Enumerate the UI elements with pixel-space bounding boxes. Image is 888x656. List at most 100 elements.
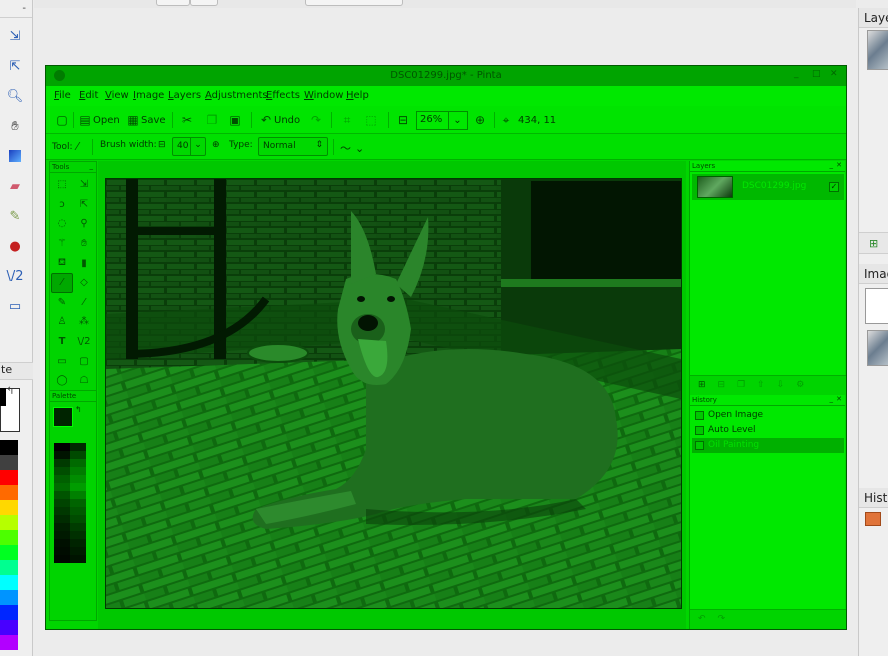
rectangle-icon[interactable]: ▭ [51, 351, 73, 371]
pencil-icon[interactable]: ✎ [3, 204, 27, 228]
minimize-icon[interactable]: _ [794, 69, 799, 79]
rounded-rectangle-icon[interactable]: ▢ [73, 351, 95, 371]
zoom-in-button[interactable]: ⊕ [472, 111, 488, 129]
host-color-swatches[interactable] [0, 440, 18, 650]
layer-visibility-checkbox[interactable]: ✓ [829, 182, 839, 192]
move-selected-icon[interactable]: ⇲ [73, 175, 95, 195]
lasso-select-icon[interactable]: ↄ [51, 195, 73, 215]
image-canvas[interactable] [105, 178, 682, 609]
host-right-dock: Laye ⊞ Imag Histo [858, 8, 888, 656]
menu-layers[interactable]: Layers [168, 90, 201, 101]
zoom-out-button[interactable]: ⊟ [395, 111, 411, 129]
type-select[interactable]: Normal ⇕ [258, 137, 328, 156]
move-selection-icon[interactable]: ⇱ [73, 195, 95, 215]
host-images-header: Imag [859, 264, 888, 284]
copy-button[interactable]: ❐ [204, 111, 220, 129]
history-item[interactable]: Auto Level [692, 423, 844, 438]
ellipse-select-icon[interactable]: ◌ [51, 214, 73, 234]
panel-close-icon[interactable]: ✕ [836, 161, 842, 169]
move-selection-icon[interactable]: ⇱ [3, 54, 27, 78]
pan-icon[interactable]: ✋︎ [3, 114, 27, 138]
add-layer-icon[interactable]: ⊞ [698, 380, 706, 395]
undo-button[interactable]: ↶ Undo [258, 111, 300, 129]
menu-file[interactable]: File [54, 90, 71, 101]
layer-properties-icon[interactable]: ⚙ [796, 380, 804, 395]
paint-bucket-icon[interactable]: ⛾ [51, 253, 73, 273]
panel-close-icon[interactable]: ✕ [836, 395, 842, 403]
redo-icon[interactable]: ↷ [718, 614, 726, 629]
paste-button[interactable]: ▣ [227, 111, 243, 129]
line-curve-icon[interactable]: \/2 [73, 332, 95, 352]
host-image-thumbnail[interactable] [867, 330, 888, 366]
undo-icon[interactable]: ↶ [698, 614, 706, 629]
eraser-icon[interactable]: ▰ [3, 174, 27, 198]
menu-view[interactable]: View [105, 90, 129, 101]
delete-layer-icon[interactable]: ⊟ [718, 380, 726, 395]
host-tools-close[interactable]: - [22, 3, 26, 14]
rectangle-icon[interactable]: ▭ [3, 294, 27, 318]
clone-stamp-icon[interactable]: ♙ [51, 312, 73, 332]
menu-image[interactable]: Image [133, 90, 164, 101]
panel-minimize-icon[interactable]: _ [90, 162, 94, 170]
zoom-icon[interactable]: 🔍︎ [3, 84, 27, 108]
layer-row[interactable]: DSC01299.jpg ✓ [692, 174, 844, 200]
brush-width-decrease[interactable]: ⊟ [158, 140, 166, 150]
brush-width-increase[interactable]: ⊕ [212, 140, 220, 150]
palette-swatches[interactable] [54, 443, 86, 563]
tools-panel-header: Tools _ [50, 162, 96, 173]
swap-colors-icon[interactable]: ↰ [6, 386, 14, 397]
panel-minimize-icon[interactable]: _ [830, 395, 834, 403]
new-button[interactable]: ▢ [54, 111, 70, 129]
maximize-icon[interactable]: □ [812, 69, 821, 79]
primary-color[interactable] [53, 407, 73, 427]
open-button[interactable]: ▤ Open [77, 111, 119, 129]
brush-width-input[interactable]: 40 ⌄ [172, 137, 206, 156]
text-icon[interactable]: T [51, 332, 73, 352]
host-layer-thumbnail[interactable] [867, 30, 888, 70]
redo-button[interactable]: ↷ [308, 111, 324, 129]
paintbrush-icon[interactable]: ⁄ [51, 272, 73, 293]
gradient-icon[interactable] [3, 144, 27, 168]
color-picker-icon[interactable]: ⁄ [73, 293, 95, 313]
crop-button[interactable]: ⌗ [339, 111, 355, 129]
host-image-thumbnail[interactable] [865, 288, 888, 324]
duplicate-layer-icon[interactable]: ❐ [737, 380, 745, 395]
color-picker-icon[interactable]: ● [3, 234, 27, 258]
rectangle-select-icon[interactable]: ⬚ [51, 175, 73, 195]
ellipse-icon[interactable]: ◯ [51, 371, 73, 391]
menu-effects[interactable]: Effects [266, 90, 300, 101]
menu-window[interactable]: Window [304, 90, 343, 101]
move-layer-up-icon[interactable]: ⇧ [757, 380, 765, 395]
cursor-position-icon: ⌖ [502, 112, 510, 127]
recolor-icon[interactable]: ⁂ [73, 312, 95, 332]
menu-edit[interactable]: Edit [79, 90, 98, 101]
deselect-button[interactable]: ⬚ [363, 111, 379, 129]
pan-icon[interactable]: ✋︎ [73, 234, 95, 254]
move-layer-down-icon[interactable]: ⇩ [777, 380, 785, 395]
save-button[interactable]: ▦ Save [125, 111, 165, 129]
freeform-shape-icon[interactable]: ☖ [73, 371, 95, 391]
swap-colors-icon[interactable]: ↰ [75, 405, 82, 414]
cut-button[interactable]: ✂ [179, 111, 195, 129]
move-selected-icon[interactable]: ⇲ [3, 24, 27, 48]
add-layer-icon[interactable]: ⊞ [869, 237, 878, 250]
history-item-selected[interactable]: Oil Painting [692, 438, 844, 453]
chevron-down-icon[interactable]: ⌄ [190, 138, 205, 155]
magic-wand-icon[interactable]: ⚚ [51, 234, 73, 254]
line-curve-icon[interactable]: \/2 [3, 264, 27, 288]
zoom-icon[interactable]: ⚲ [73, 214, 95, 234]
panel-minimize-icon[interactable]: _ [830, 161, 834, 169]
close-icon[interactable]: ✕ [830, 69, 838, 79]
eraser-icon[interactable]: ◇ [73, 273, 95, 293]
gradient-icon[interactable]: ▮ [73, 253, 95, 273]
host-top-button[interactable] [156, 0, 190, 6]
open-folder-icon: ▤ [79, 113, 91, 127]
pencil-icon[interactable]: ✎ [51, 293, 73, 313]
menu-help[interactable]: Help [346, 90, 369, 101]
antialias-toggle[interactable]: 〜 ⌄ [340, 140, 364, 156]
host-top-button[interactable] [305, 0, 403, 6]
history-item[interactable]: Open Image [692, 408, 844, 423]
zoom-dropdown-button[interactable]: ⌄ [448, 112, 466, 129]
host-top-button[interactable] [190, 0, 218, 6]
menu-adjustments[interactable]: Adjustments [205, 90, 268, 101]
